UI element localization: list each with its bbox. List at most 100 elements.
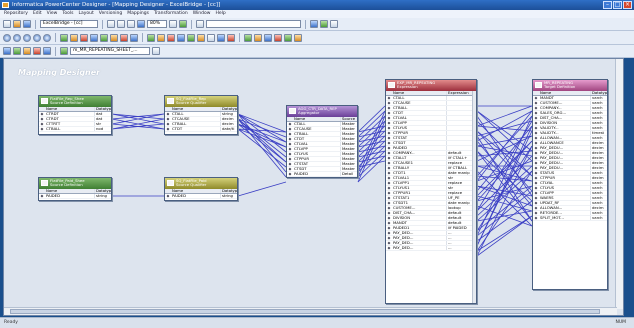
menu-window[interactable]: Window: [193, 10, 211, 18]
chevron-down-icon[interactable]: [152, 47, 160, 55]
mapplet-output-icon[interactable]: [294, 33, 302, 42]
port-row[interactable]: ◆ CTDT date/ti: [165, 126, 237, 132]
cut-icon[interactable]: [107, 20, 115, 28]
close-button[interactable]: ×: [623, 1, 632, 9]
vertical-scrollbar[interactable]: [472, 91, 476, 303]
compare-icon[interactable]: [310, 20, 318, 28]
link-line[interactable]: [476, 185, 533, 197]
save-icon[interactable]: [23, 20, 31, 28]
joiner-icon[interactable]: [100, 33, 108, 42]
zoom-in-icon[interactable]: [137, 20, 145, 28]
menu-layout[interactable]: Layout: [78, 10, 93, 18]
rank-icon[interactable]: [147, 33, 155, 42]
minimize-button[interactable]: –: [603, 1, 612, 9]
target-designer-icon[interactable]: [13, 33, 21, 42]
arrange-icon[interactable]: [169, 20, 177, 28]
source-definition-paid[interactable]: FlatFile_Paid_Shee Source Definition Nam…: [38, 177, 112, 201]
transformation-header[interactable]: AGG_CTR_DATA_REP Aggregator: [287, 106, 357, 117]
transformation-header[interactable]: SQ_FlatFile_Rep Source Qualifier: [165, 96, 237, 107]
lookup-icon[interactable]: [110, 33, 118, 42]
menu-help[interactable]: Help: [215, 10, 225, 18]
mapping-select[interactable]: m_MR_REPEATING_SHEET_...: [70, 47, 150, 55]
paste-icon[interactable]: [127, 20, 135, 28]
menu-edit[interactable]: Edit: [33, 10, 42, 18]
link-line[interactable]: [357, 155, 386, 183]
transformation-developer-icon[interactable]: [23, 33, 31, 42]
port-row[interactable]: ◆ PAIDED string: [39, 193, 111, 199]
source-qualifier-icon[interactable]: [60, 33, 68, 42]
web-service-icon[interactable]: [274, 33, 282, 42]
check-in-icon[interactable]: [320, 20, 328, 28]
port-row[interactable]: ◆ PAIDED string: [165, 193, 237, 199]
link-line[interactable]: [476, 110, 533, 152]
custom-transformation-icon[interactable]: [207, 33, 215, 42]
java-icon[interactable]: [244, 33, 252, 42]
folder-select[interactable]: ExcelBridge - [cc]: [40, 20, 98, 28]
validate-icon[interactable]: [179, 20, 187, 28]
menu-tools[interactable]: Tools: [62, 10, 73, 18]
port-row[interactable]: ◆ CTBALL nod: [39, 126, 111, 132]
transformation-header[interactable]: MR_REPEATING Target Definition: [533, 80, 607, 91]
find-icon[interactable]: [196, 20, 204, 28]
transformation-header[interactable]: EXP_MR_REPEATING Expression: [386, 80, 476, 91]
filter-icon[interactable]: [80, 33, 88, 42]
normalizer-icon[interactable]: [167, 33, 175, 42]
source-qualifier-rep[interactable]: SQ_FlatFile_Rep Source Qualifier Name Dat…: [164, 95, 238, 135]
new-icon[interactable]: [3, 20, 11, 28]
transformation-header[interactable]: FlatFile_Rep_Shee Source Definition: [39, 96, 111, 107]
source-analyzer-icon[interactable]: [3, 33, 11, 42]
expression-icon[interactable]: [70, 33, 78, 42]
source-definition-rep[interactable]: FlatFile_Rep_Shee Source Definition Name…: [38, 95, 112, 135]
normal-view-icon[interactable]: [43, 47, 51, 55]
expression-transformation[interactable]: EXP_MR_REPEATING Expression Name Expressi…: [385, 79, 477, 304]
open-folder-icon[interactable]: [13, 20, 21, 28]
scroll-thumb[interactable]: [10, 309, 600, 314]
union-icon[interactable]: [197, 33, 205, 42]
mapplet-input-icon[interactable]: [284, 33, 292, 42]
link-line[interactable]: [237, 113, 287, 153]
maximize-button[interactable]: □: [613, 1, 622, 9]
router-icon[interactable]: [120, 33, 128, 42]
transformation-header[interactable]: FlatFile_Paid_Shee Source Definition: [39, 178, 111, 189]
zoom-select[interactable]: 80%: [147, 20, 167, 28]
source-qualifier-paid[interactable]: SQ_FlatFile_Paid Source Qualifier Name Da…: [164, 177, 238, 201]
link-line[interactable]: [476, 115, 533, 177]
aggregator-transformation[interactable]: AGG_CTR_DATA_REP Aggregator Name Source ◆…: [286, 105, 358, 178]
stored-procedure-icon[interactable]: [187, 33, 195, 42]
aggregator-icon[interactable]: [90, 33, 98, 42]
link-line[interactable]: [357, 130, 386, 158]
copy-icon[interactable]: [117, 20, 125, 28]
menu-transformation[interactable]: Transformation: [154, 10, 188, 18]
workspace-vertical-scrollbar[interactable]: [615, 59, 623, 309]
transformation-header[interactable]: SQ_FlatFile_Paid Source Qualifier: [165, 178, 237, 189]
output-window-icon[interactable]: [13, 47, 21, 55]
target-definition[interactable]: MR_REPEATING Target Definition Name Datat…: [532, 79, 608, 290]
menu-view[interactable]: View: [47, 10, 58, 18]
link-line[interactable]: [476, 215, 533, 257]
transaction-control-icon[interactable]: [227, 33, 235, 42]
port-row[interactable]: ◆ SPLIT_MOT... varch: [533, 215, 607, 221]
mapping-designer-icon[interactable]: [43, 33, 51, 42]
workspace-horizontal-scrollbar[interactable]: [4, 307, 617, 315]
menu-mappings[interactable]: Mappings: [127, 10, 149, 18]
menu-repository[interactable]: Repository: [4, 10, 28, 18]
help-icon[interactable]: [330, 20, 338, 28]
mapping-workspace[interactable]: Mapping Designer FlatFile_Rep_Shee Sourc…: [3, 58, 624, 316]
link-line[interactable]: [357, 110, 386, 138]
link-line[interactable]: [237, 118, 287, 163]
sorter-icon[interactable]: [130, 33, 138, 42]
navigator-icon[interactable]: [3, 47, 11, 55]
sql-icon[interactable]: [264, 33, 272, 42]
link-line[interactable]: [357, 135, 386, 163]
port-row[interactable]: ◆ PAIDED Detail: [287, 171, 357, 177]
update-strategy-icon[interactable]: [177, 33, 185, 42]
mapplet-designer-icon[interactable]: [33, 33, 41, 42]
sequence-icon[interactable]: [157, 33, 165, 42]
xml-icon[interactable]: [217, 33, 225, 42]
link-line[interactable]: [357, 105, 386, 133]
iconize-icon[interactable]: [33, 47, 41, 55]
link-line[interactable]: [237, 181, 287, 197]
port-row[interactable]: ◆ PAY_DED......: [386, 245, 476, 251]
overview-icon[interactable]: [23, 47, 31, 55]
midstream-icon[interactable]: [254, 33, 262, 42]
